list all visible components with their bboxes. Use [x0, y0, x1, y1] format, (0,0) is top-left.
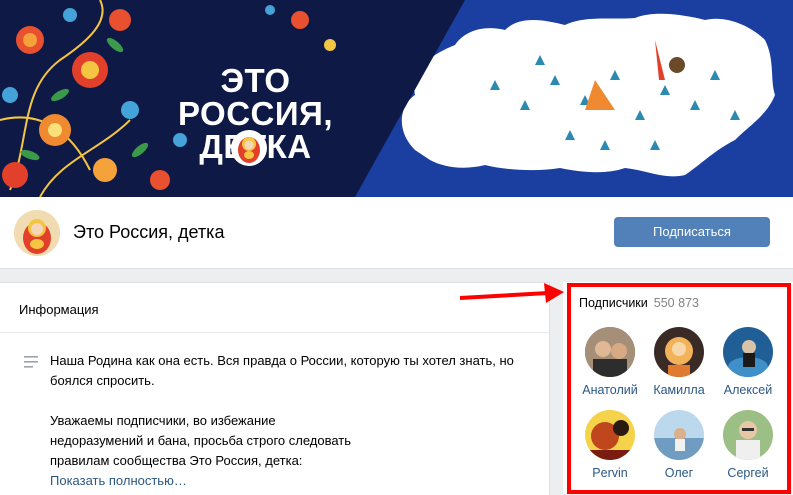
group-avatar[interactable] — [14, 210, 60, 256]
cover-image: ЭТО РОССИЯ, ДЕТКА — [0, 0, 793, 197]
arrow-icon — [460, 283, 564, 303]
cover-title-line1: ЭТО РОССИЯ, — [177, 62, 333, 132]
show-more-link[interactable]: Показать полностью… — [50, 473, 187, 488]
description-line: правилам сообщества Это Россия, детка: — [50, 453, 303, 468]
description-line: Уважаемы подписчики, во избежание — [50, 413, 276, 428]
description-icon — [24, 356, 38, 368]
description-line: недоразумений и бана, просьба строго сле… — [50, 433, 352, 448]
group-header: Это Россия, детка Подписаться — [0, 197, 793, 269]
divider — [0, 332, 549, 333]
subscribe-button[interactable]: Подписаться — [614, 217, 770, 247]
group-name: Это Россия, детка — [73, 222, 225, 242]
highlight-box — [567, 283, 791, 494]
matryoshka-badge-icon — [231, 130, 267, 166]
info-card: Информация Наша Родина как она есть. Вся… — [0, 282, 550, 495]
description-paragraph-1: Наша Родина как она есть. Вся правда о Р… — [50, 353, 514, 388]
group-description: Наша Родина как она есть. Вся правда о Р… — [50, 351, 530, 491]
info-title: Информация — [19, 302, 99, 317]
